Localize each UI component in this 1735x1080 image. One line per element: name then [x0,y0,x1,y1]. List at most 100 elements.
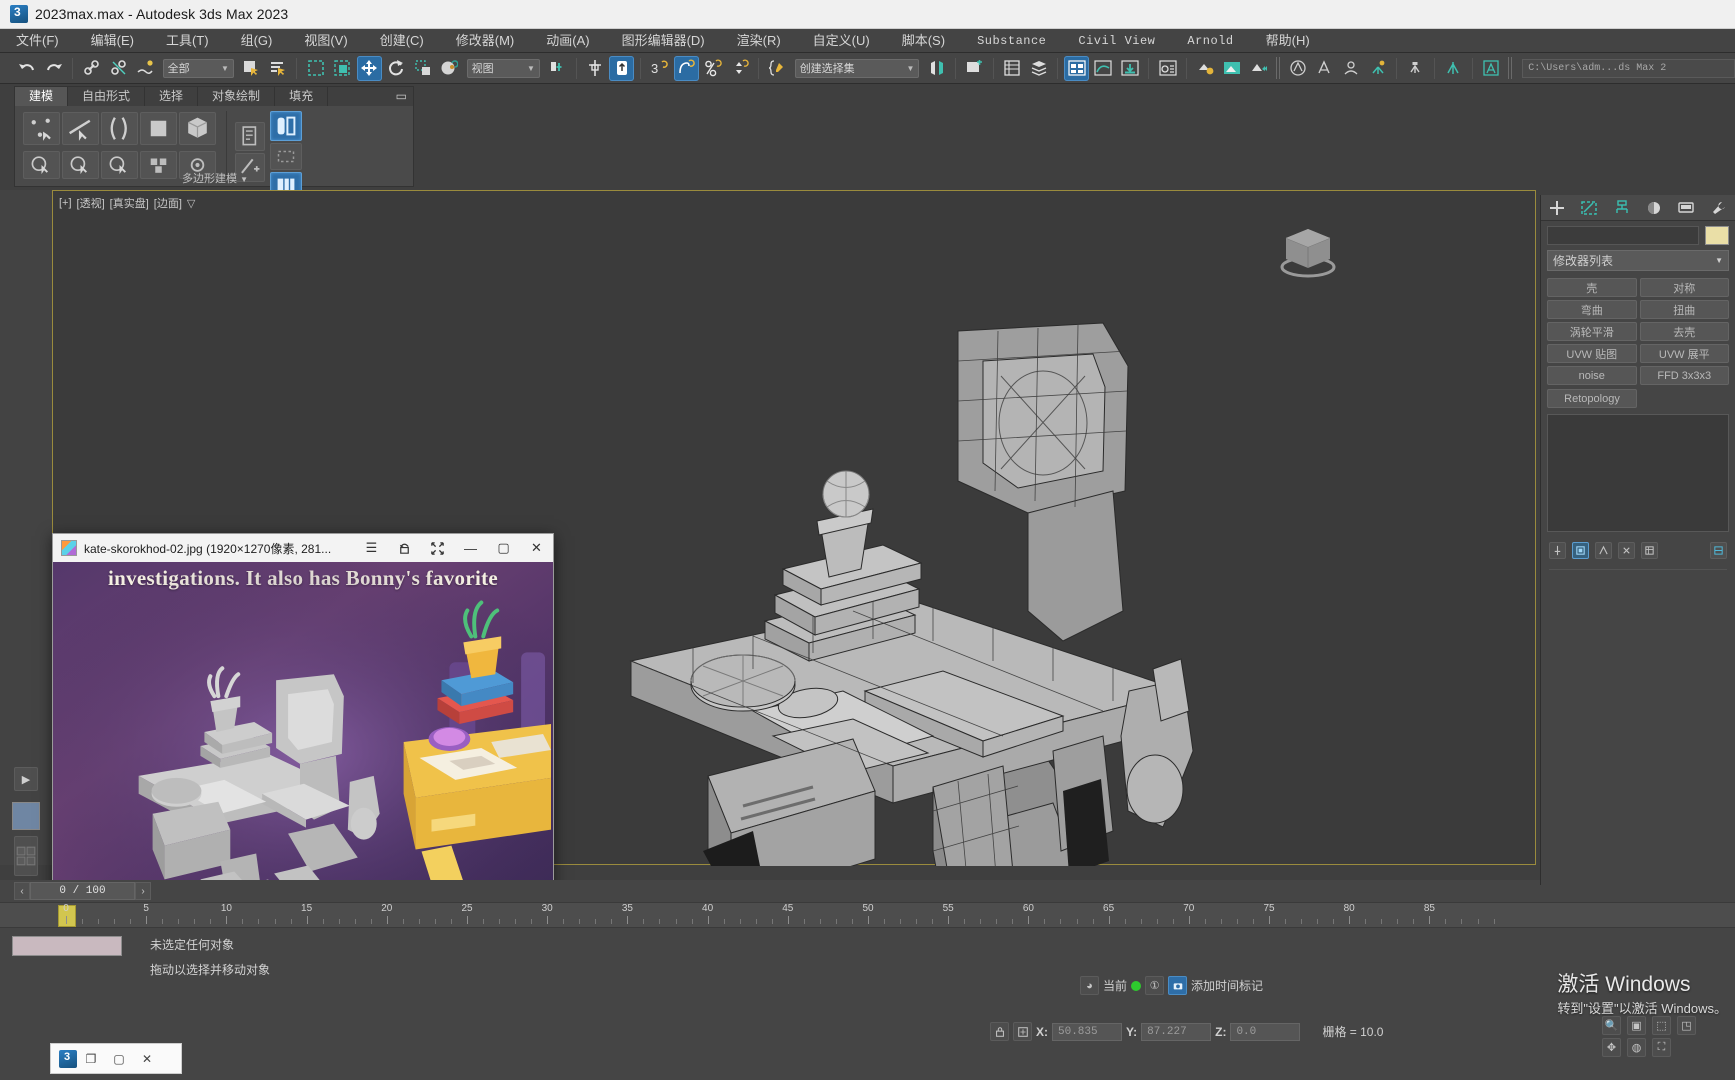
menu-item-file[interactable]: 文件(F) [0,29,75,53]
orbit-icon[interactable]: ◍ [1627,1038,1646,1057]
polygon-icon[interactable] [140,112,177,145]
menu-item-arnold[interactable]: Arnold [1171,29,1249,53]
window-crossing-icon[interactable] [330,56,355,81]
select-and-move-icon[interactable] [357,56,382,81]
render-production-icon[interactable] [1247,56,1272,81]
subobject-toggle-icon[interactable] [270,111,302,141]
arnold-shader-icon[interactable] [1339,56,1364,81]
menu-item-create[interactable]: 创建(C) [364,29,440,53]
grid-swatch-icon[interactable] [14,836,38,876]
object-color-swatch[interactable] [1705,226,1729,245]
modifier-button-ffd[interactable]: FFD 3x3x3 [1640,366,1730,385]
menu-item-scripting[interactable]: 脚本(S) [886,29,961,53]
edit-mode-icon[interactable] [235,122,265,151]
toolbar-grip-2[interactable] [1508,57,1512,79]
select-by-name-icon[interactable] [266,56,291,81]
remove-modifier-icon[interactable] [1618,542,1635,559]
add-time-tag-label[interactable]: 添加时间标记 [1191,977,1263,994]
named-selection-set-dropdown[interactable]: 创建选择集 ▼ [795,59,920,78]
border-icon[interactable] [101,112,138,145]
arnold-light-icon[interactable] [1312,56,1337,81]
edge-icon[interactable] [62,112,99,145]
menu-item-customize[interactable]: 自定义(U) [797,29,886,53]
show-end-result-icon[interactable] [1572,542,1589,559]
minimize-icon[interactable]: — [454,534,487,562]
zoom-icon[interactable]: 🔍 [1602,1016,1621,1035]
ribbon-minimize-icon[interactable]: ▭ [390,87,413,106]
field-of-view-icon[interactable]: ◳ [1677,1016,1696,1035]
track-bar-ruler[interactable]: 0510152025303540455055606570758085 [0,902,1735,928]
configure-sets-icon[interactable] [1641,542,1658,559]
modifier-button-uvw-unwrap[interactable]: UVW 展平 [1640,344,1730,363]
coord-z-field[interactable]: 0.0 [1230,1023,1300,1041]
modifier-button-retopology[interactable]: Retopology [1547,389,1637,408]
time-configuration-icon[interactable]: ◕ [1080,976,1099,995]
key-mode-toggle-icon[interactable]: ① [1145,976,1164,995]
redo-icon[interactable] [42,56,67,81]
menu-item-animation[interactable]: 动画(A) [530,29,605,53]
select-and-rotate-icon[interactable] [384,56,409,81]
menu-item-edit[interactable]: 编辑(E) [75,29,150,53]
modifier-button-shell[interactable]: 壳 [1547,278,1637,297]
menu-item-views[interactable]: 视图(V) [288,29,363,53]
arnold-sky-icon[interactable] [1365,56,1390,81]
bind-to-space-warp-icon[interactable] [133,56,158,81]
modifier-button-noise[interactable]: noise [1547,366,1637,385]
arnold-proxy-icon[interactable] [1403,56,1428,81]
maximize-icon[interactable]: ▢ [105,1044,133,1073]
curve-editor-icon[interactable] [1091,56,1116,81]
absolute-relative-mode-icon[interactable] [1013,1022,1032,1041]
selection-name-field[interactable] [12,936,122,956]
close-icon[interactable]: ✕ [133,1044,161,1073]
select-and-scale-icon[interactable] [410,56,435,81]
menu-item-civil-view[interactable]: Civil View [1062,29,1171,53]
key-filters-icon[interactable] [1168,976,1187,995]
maximize-icon[interactable]: ▢ [487,534,520,562]
layer-explorer-icon[interactable] [1000,56,1025,81]
ribbon-tab-selection[interactable]: 选择 [145,87,198,106]
modifier-button-unshell[interactable]: 去壳 [1640,322,1730,341]
angle-snap-toggle-icon[interactable]: 3 [647,56,672,81]
unlink-selection-icon[interactable] [106,56,131,81]
fit-to-window-icon[interactable] [421,534,454,562]
spinner-updown-icon[interactable] [727,56,752,81]
menu-item-rendering[interactable]: 渲染(R) [721,29,797,53]
snaps-toggle-icon[interactable] [609,56,634,81]
pin-stack-icon[interactable] [1549,542,1566,559]
ribbon-tab-freeform[interactable]: 自由形式 [68,87,145,106]
pan-icon[interactable]: ✥ [1602,1038,1621,1057]
menu-item-help[interactable]: 帮助(H) [1250,29,1326,53]
modifier-stack-list[interactable] [1547,414,1729,532]
use-pivot-point-center-icon[interactable] [545,56,570,81]
menu-item-modifiers[interactable]: 修改器(M) [440,29,531,53]
display-tab-icon[interactable] [1674,197,1698,219]
percent-snap-toggle-icon[interactable] [674,56,699,81]
rectangular-selection-region-icon[interactable] [303,56,328,81]
menu-item-graph-editors[interactable]: 图形编辑器(D) [606,29,721,53]
rotate-icon[interactable] [388,534,421,562]
selection-lock-icon[interactable] [990,1022,1009,1041]
edit-named-selection-sets-icon[interactable] [765,56,790,81]
selection-filter-dropdown[interactable]: 全部 ▼ [163,59,234,78]
coord-x-field[interactable]: 50.835 [1052,1023,1122,1041]
scene-explorer-icon[interactable] [1027,56,1052,81]
expand-arrow-icon[interactable]: ▶ [14,767,38,791]
mirror-icon[interactable] [924,56,949,81]
modifier-button-turbosmooth[interactable]: 涡轮平滑 [1547,322,1637,341]
undo-icon[interactable] [15,56,40,81]
align-icon[interactable] [583,56,608,81]
material-swatch[interactable] [12,802,40,830]
menu-item-group[interactable]: 组(G) [225,29,289,53]
show-end-result-icon[interactable] [270,143,302,170]
reference-coordinate-system[interactable]: 视图 ▼ [467,59,540,78]
element-icon[interactable] [179,112,216,145]
select-object-icon[interactable] [239,56,264,81]
modifier-button-twist[interactable]: 扭曲 [1640,300,1730,319]
zoom-extents-icon[interactable]: ⬚ [1652,1016,1671,1035]
make-unique-icon[interactable] [1595,542,1612,559]
spinner-snap-toggle-icon[interactable] [701,56,726,81]
schematic-view-icon[interactable] [1118,56,1143,81]
arnold-render-icon[interactable] [1285,56,1310,81]
align-tool-icon[interactable] [962,56,987,81]
utilities-tab-icon[interactable] [1707,197,1731,219]
